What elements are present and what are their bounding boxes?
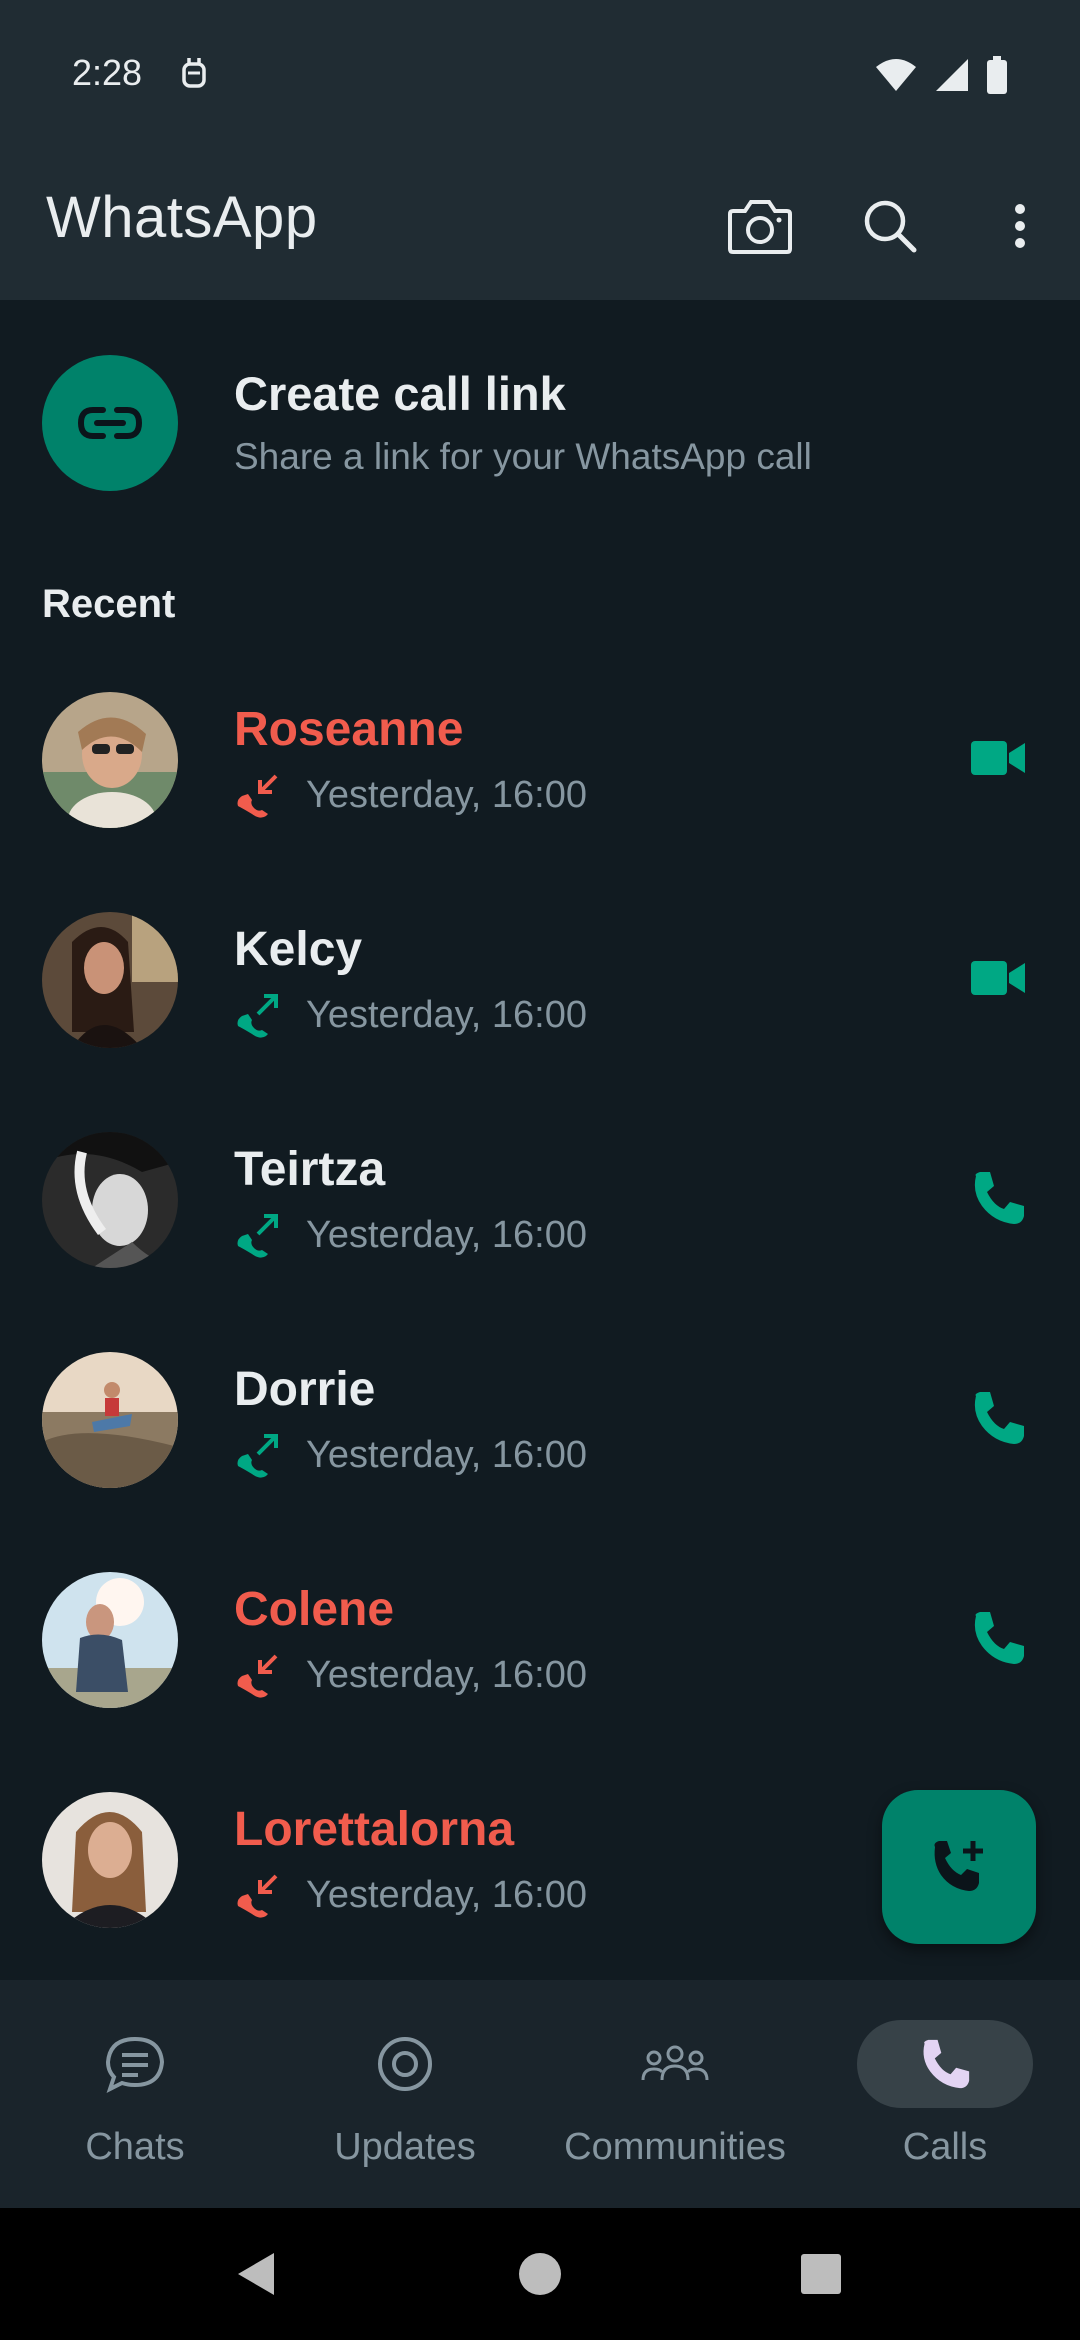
phone-icon <box>857 2020 1033 2108</box>
add-call-icon <box>934 1841 983 1891</box>
camera-icon[interactable] <box>724 190 796 262</box>
tab-calls-label: Calls <box>902 2126 988 2168</box>
call-time: Yesterday, 16:00 <box>306 1873 587 1916</box>
recents-icon[interactable] <box>785 2238 857 2310</box>
tab-calls[interactable]: Calls <box>810 1980 1080 2208</box>
contact-name: Kelcy <box>234 923 363 976</box>
avatar <box>42 1572 178 1708</box>
communities-icon <box>587 2020 763 2108</box>
call-meta: Yesterday, 16:00 <box>234 1210 587 1260</box>
call-row[interactable]: Teirtza Yesterday, 16:00 <box>0 1120 1080 1340</box>
battery-icon <box>986 56 1008 99</box>
missed-call-icon <box>234 772 280 818</box>
more-vert-icon[interactable] <box>984 190 1056 262</box>
call-time: Yesterday, 16:00 <box>306 1213 587 1256</box>
search-icon[interactable] <box>854 190 926 262</box>
tab-chats-label: Chats <box>85 2126 185 2168</box>
call-meta: Yesterday, 16:00 <box>234 990 587 1040</box>
avatar <box>42 1792 178 1928</box>
bottom-nav: Chats Updates Communities Calls <box>0 1980 1080 2208</box>
outgoing-call-icon <box>234 992 280 1038</box>
contact-name: Teirtza <box>234 1143 386 1196</box>
wifi-icon <box>874 57 918 98</box>
call-time: Yesterday, 16:00 <box>306 1433 587 1476</box>
status-bar: 2:28 <box>0 0 1080 150</box>
voice-call-button[interactable] <box>958 1598 1038 1678</box>
contact-name: Colene <box>234 1583 395 1636</box>
call-meta: Yesterday, 16:00 <box>234 1870 587 1920</box>
tab-updates[interactable]: Updates <box>270 1980 540 2208</box>
system-nav-bar <box>0 2208 1080 2340</box>
video-call-button[interactable] <box>958 718 1038 798</box>
call-meta: Yesterday, 16:00 <box>234 770 587 820</box>
phone-icon <box>974 1172 1024 1224</box>
section-label-recent: Recent <box>42 582 176 626</box>
link-icon <box>42 355 178 491</box>
video-call-icon <box>971 961 1025 995</box>
call-link-title: Create call link <box>234 367 566 420</box>
outgoing-call-icon <box>234 1432 280 1478</box>
contact-name: Roseanne <box>234 703 464 756</box>
status-time: 2:28 <box>72 52 143 93</box>
call-time: Yesterday, 16:00 <box>306 1653 587 1696</box>
avatar <box>42 1352 178 1488</box>
call-row[interactable]: Kelcy Yesterday, 16:00 <box>0 900 1080 1120</box>
avatar <box>42 1132 178 1268</box>
tab-updates-label: Updates <box>334 2126 476 2168</box>
tab-communities-label: Communities <box>564 2126 786 2168</box>
call-time: Yesterday, 16:00 <box>306 773 587 816</box>
avatar <box>42 692 178 828</box>
outgoing-call-icon <box>234 1212 280 1258</box>
create-call-link-row[interactable]: Create call link Share a link for your W… <box>0 330 1080 510</box>
call-meta: Yesterday, 16:00 <box>234 1430 587 1480</box>
tab-communities[interactable]: Communities <box>540 1980 810 2208</box>
video-call-icon <box>971 741 1025 775</box>
phone-icon <box>974 1612 1024 1664</box>
tab-chats[interactable]: Chats <box>0 1980 270 2208</box>
call-time: Yesterday, 16:00 <box>306 993 587 1036</box>
chat-icon <box>47 2020 223 2108</box>
notification-icon <box>180 56 208 97</box>
signal-icon <box>934 57 970 98</box>
app-title: WhatsApp <box>46 185 318 250</box>
call-row[interactable]: Dorrie Yesterday, 16:00 <box>0 1340 1080 1560</box>
video-call-button[interactable] <box>958 938 1038 1018</box>
contact-name: Dorrie <box>234 1363 376 1416</box>
contact-name: Lorettalorna <box>234 1803 515 1856</box>
call-row[interactable]: Roseanne Yesterday, 16:00 <box>0 680 1080 900</box>
new-call-button[interactable] <box>882 1790 1036 1944</box>
call-meta: Yesterday, 16:00 <box>234 1650 587 1700</box>
voice-call-button[interactable] <box>958 1378 1038 1458</box>
home-icon[interactable] <box>504 2238 576 2310</box>
missed-call-icon <box>234 1872 280 1918</box>
call-row[interactable]: Colene Yesterday, 16:00 <box>0 1560 1080 1780</box>
phone-icon <box>974 1392 1024 1444</box>
app-bar: WhatsApp <box>0 150 1080 300</box>
call-link-subtitle: Share a link for your WhatsApp call <box>234 436 812 477</box>
back-icon[interactable] <box>220 2238 292 2310</box>
missed-call-icon <box>234 1652 280 1698</box>
updates-icon <box>317 2020 493 2108</box>
voice-call-button[interactable] <box>958 1158 1038 1238</box>
avatar <box>42 912 178 1048</box>
